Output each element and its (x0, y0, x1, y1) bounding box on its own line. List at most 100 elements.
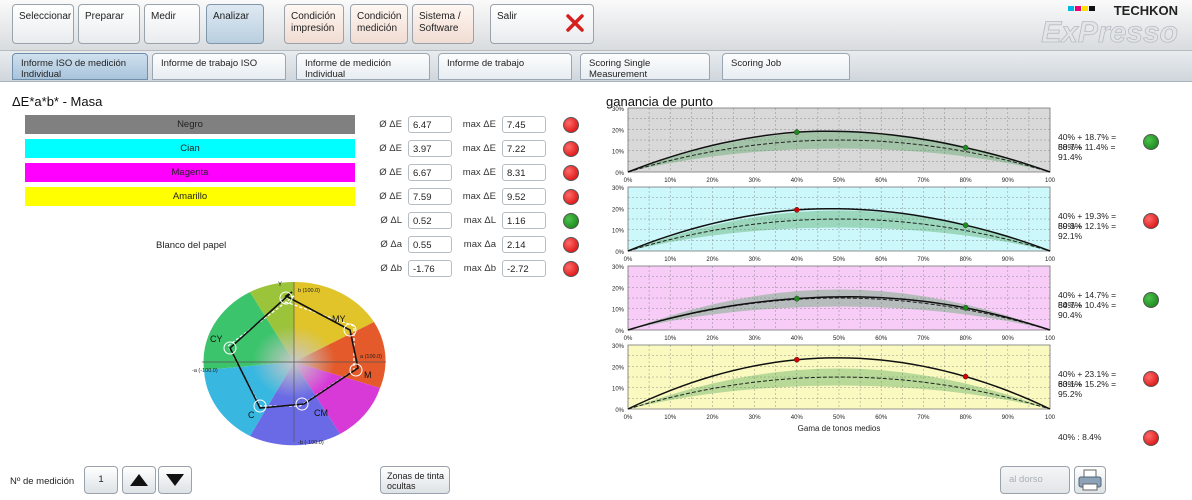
label-b-bottom: -b (-100.0) (298, 440, 324, 446)
y-tick-label: 20% (612, 207, 625, 213)
brand-product: ExPresso (1041, 16, 1178, 46)
max-label: max ΔE (462, 119, 496, 130)
y-tick-label: 30% (612, 107, 625, 113)
x-tick-label: 60% (875, 336, 888, 342)
swatch-label: Magenta (171, 167, 209, 178)
status-light (563, 261, 579, 277)
x-tick-label: 40% (791, 178, 804, 184)
x-tick-label: 50% (833, 336, 846, 342)
dot-gain-charts: 30% 20% 10% 0% 0% 10% 20% 30% 40% 50% 60% 70% 80% 90%… (612, 107, 1056, 433)
status-light (563, 189, 579, 205)
subtab-label: Informe de medición Individual (305, 58, 392, 80)
x-tick-label: 10% (664, 178, 677, 184)
dot-gain-status-light (1143, 134, 1159, 150)
tab-analizar[interactable]: Analizar (206, 4, 264, 44)
label-m: M (364, 370, 372, 380)
avg-value-field: 0.55 (408, 236, 452, 253)
dot-gain-value: 80% + 10.4% = 90.4% (1058, 300, 1117, 320)
dot-gain-value: 80% + 15.2% = 95.2% (1058, 379, 1117, 399)
swatch-label: Cian (180, 143, 200, 154)
tab-informe-iso-medicion[interactable]: Informe ISO de medición Individual (12, 53, 148, 80)
measured-point (962, 222, 969, 229)
printer-icon (1078, 469, 1102, 491)
tab-informe-medicion[interactable]: Informe de medición Individual (296, 53, 430, 80)
main-toolbar: Seleccionar Preparar Medir Analizar Cond… (0, 0, 1192, 51)
measured-point (793, 206, 800, 213)
measurement-label: Nº de medición (10, 476, 75, 487)
dot-gain-status-light (1143, 371, 1159, 387)
y-tick-label: 10% (612, 387, 625, 393)
tab-label: Condición impresión (291, 11, 336, 34)
x-tick-label: 70% (917, 336, 930, 342)
label-cy: CY (210, 334, 223, 344)
y-tick-label: 0% (615, 171, 624, 177)
tab-seleccionar[interactable]: Seleccionar (12, 4, 74, 44)
x-tick-label: 60% (875, 415, 888, 421)
x-tick-label: 70% (917, 415, 930, 421)
tab-informe-trabajo-iso[interactable]: Informe de trabajo ISO (152, 53, 286, 80)
tab-sistema-software[interactable]: Sistema / Software (412, 4, 474, 44)
avg-label: Ø ΔE (379, 191, 402, 202)
tab-label: Seleccionar (19, 11, 72, 22)
tab-scoring-job[interactable]: Scoring Job (722, 53, 850, 80)
measured-point (793, 295, 800, 302)
x-tick-label: 80% (960, 178, 973, 184)
x-tick-label: 80% (960, 257, 973, 263)
tab-preparar[interactable]: Preparar (78, 4, 140, 44)
x-tick-label: 100 (1045, 257, 1056, 263)
y-tick-label: 20% (612, 365, 625, 371)
tab-condicion-impresion[interactable]: Condición impresión (284, 4, 344, 44)
avg-value-field: 0.52 (408, 212, 452, 229)
print-button[interactable] (1074, 466, 1106, 494)
x-tick-label: 0% (624, 415, 633, 421)
x-tick-label: 80% (960, 336, 973, 342)
x-tick-label: 0% (624, 336, 633, 342)
dot-gain-status-light (1143, 292, 1159, 308)
max-label: max ΔE (462, 143, 496, 154)
dot-gain-status-light (1143, 213, 1159, 229)
status-light (563, 141, 579, 157)
measurement-number-field[interactable]: 1 (84, 466, 118, 494)
x-tick-label: 20% (706, 257, 719, 263)
subtab-label: Scoring Single Measurement (589, 58, 651, 80)
x-axis-label: Gama de tonos medios (798, 424, 881, 433)
x-tick-label: 90% (1002, 178, 1015, 184)
measured-point (793, 356, 800, 363)
x-tick-label: 100 (1045, 336, 1056, 342)
x-tick-label: 0% (624, 257, 633, 263)
status-light (563, 237, 579, 253)
avg-value-field: 6.47 (408, 116, 452, 133)
x-tick-label: 90% (1002, 415, 1015, 421)
x-tick-label: 30% (749, 257, 762, 263)
subtab-label: Informe de trabajo ISO (161, 58, 258, 69)
max-value-field: 8.31 (502, 164, 546, 181)
tab-informe-trabajo[interactable]: Informe de trabajo (438, 53, 572, 80)
label-y: Y (278, 282, 282, 288)
y-tick-label: 30% (612, 265, 625, 271)
swatch-amarillo: Amarillo (25, 187, 355, 206)
hidden-ink-zones-button[interactable]: Zonas de tinta ocultas (380, 466, 450, 494)
x-tick-label: 40% (791, 257, 804, 263)
salir-button[interactable]: Salir (490, 4, 594, 44)
back-side-button[interactable]: al dorso (1000, 466, 1070, 494)
measurement-up-button[interactable] (122, 466, 156, 494)
tab-medir[interactable]: Medir (144, 4, 200, 44)
x-tick-label: 40% (791, 336, 804, 342)
avg-value-field: 6.67 (408, 164, 452, 181)
x-tick-label: 30% (749, 178, 762, 184)
x-tick-label: 40% (791, 415, 804, 421)
tab-scoring-single[interactable]: Scoring Single Measurement (580, 53, 710, 80)
y-tick-label: 30% (612, 186, 625, 192)
measurement-down-button[interactable] (158, 466, 192, 494)
max-value-field: 9.52 (502, 188, 546, 205)
label-cm: CM (314, 408, 328, 418)
avg-value-field: 3.97 (408, 140, 452, 157)
max-label: max Δa (463, 239, 496, 250)
tab-condicion-medicion[interactable]: Condición medición (350, 4, 408, 44)
max-value-field: -2.72 (502, 260, 546, 277)
x-tick-label: 70% (917, 178, 930, 184)
x-tick-label: 100 (1045, 415, 1056, 421)
swatch-label: Amarillo (172, 191, 208, 202)
max-label: max Δb (463, 263, 496, 274)
swatch-label: Negro (177, 119, 203, 130)
